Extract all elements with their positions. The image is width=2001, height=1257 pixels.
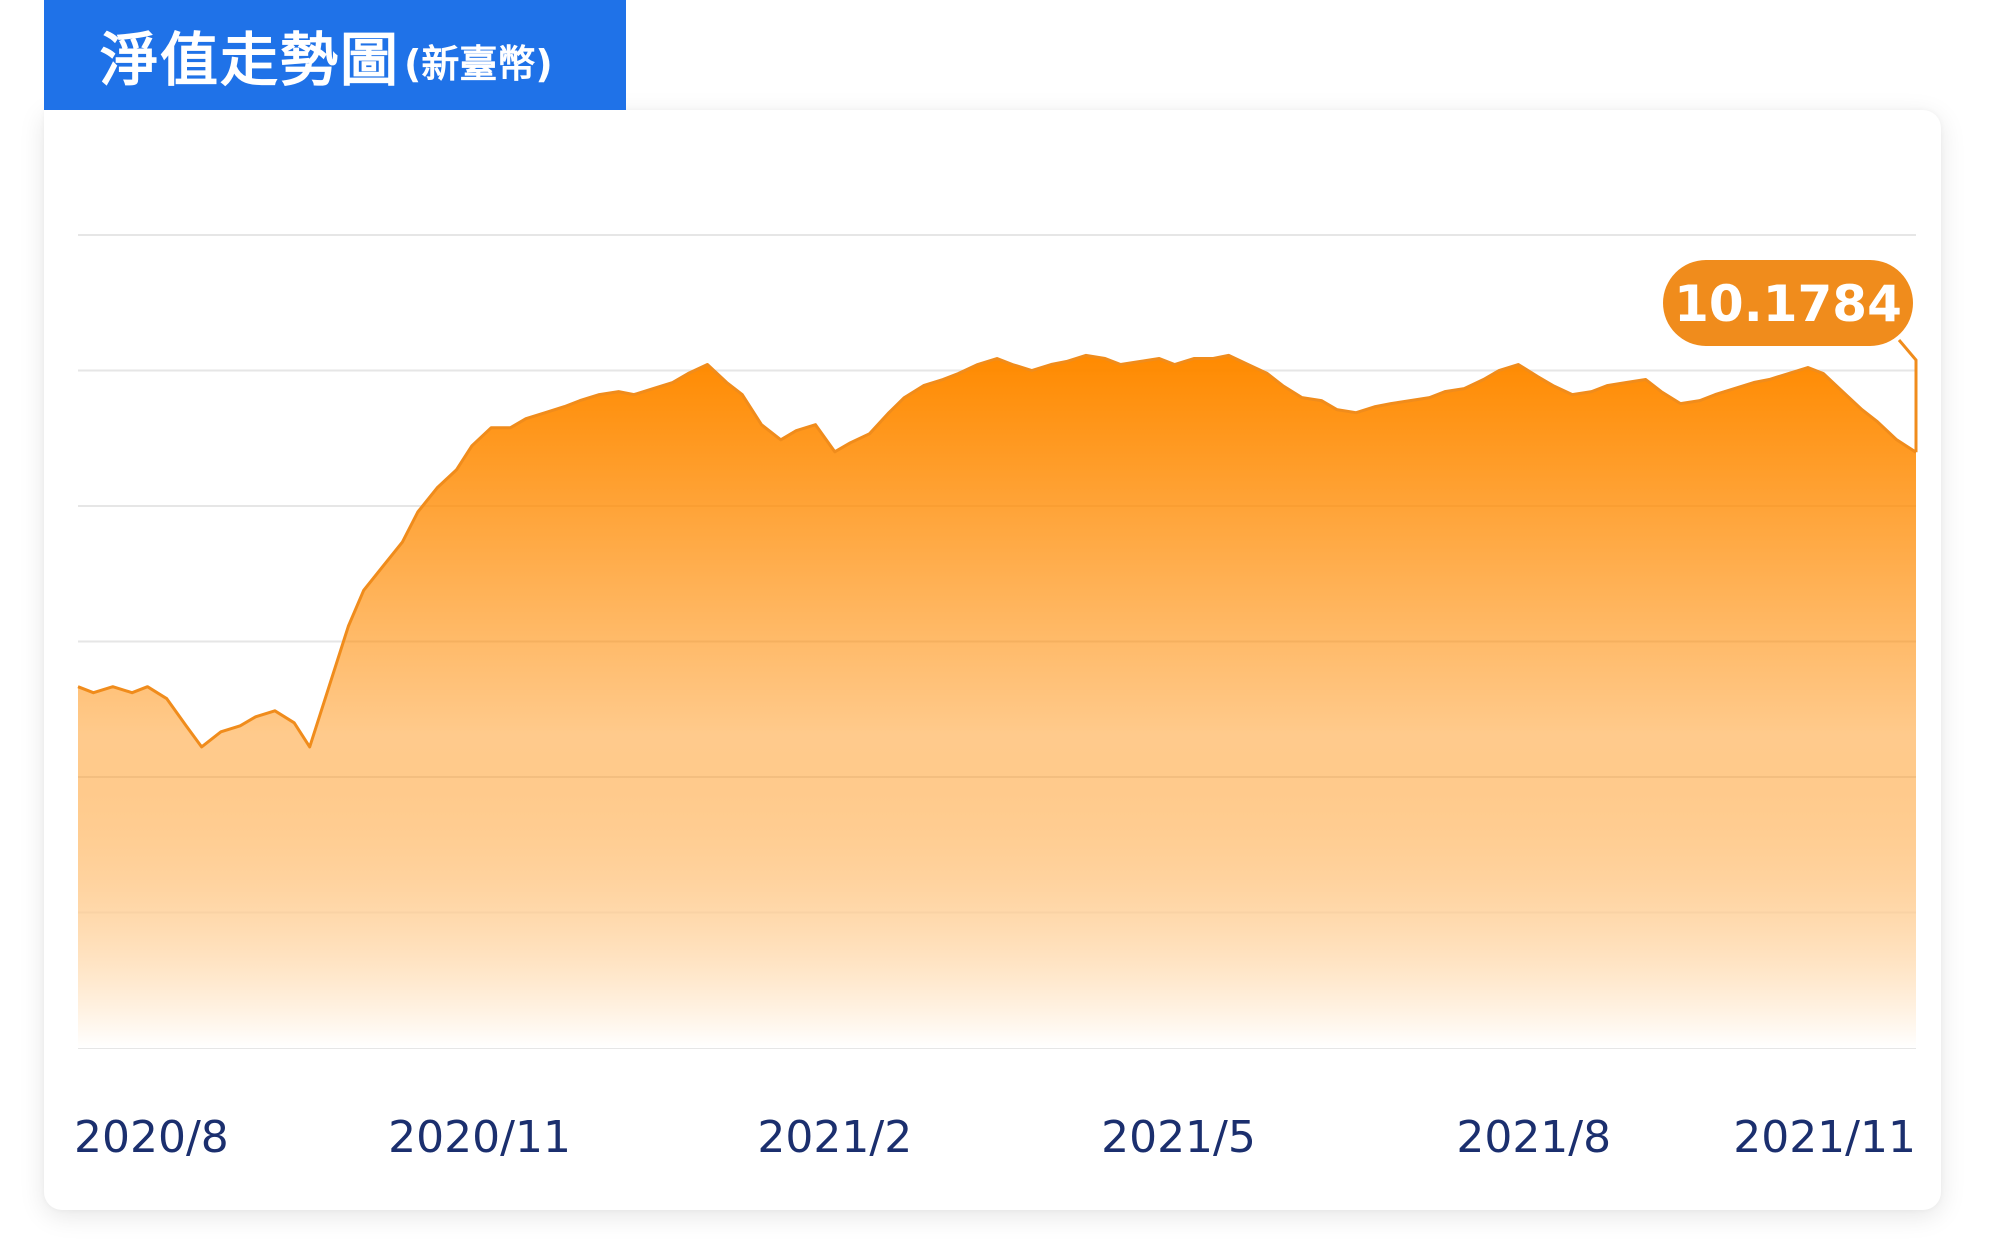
last-value-leader bbox=[1897, 339, 1918, 453]
x-tick-label: 2021/11 bbox=[1733, 1112, 1916, 1163]
x-tick-label: 2020/11 bbox=[388, 1112, 571, 1163]
x-tick-label: 2021/8 bbox=[1456, 1112, 1611, 1163]
x-tick-label: 2021/2 bbox=[757, 1112, 912, 1163]
series-area bbox=[78, 355, 1916, 1048]
nav-area-chart: 10.1784 2020/8 2020/11 2021/2 2021/5 2021/8 20… bbox=[74, 234, 1918, 1163]
page: 淨值走勢圖 (新臺幣) 10.1784 2020/8 2020/11 2021/2 20… bbox=[0, 0, 2001, 1257]
last-value-label: 10.1784 bbox=[1674, 275, 1902, 333]
x-tick-label: 2020/8 bbox=[74, 1112, 229, 1163]
x-tick-label: 2021/5 bbox=[1101, 1112, 1256, 1163]
